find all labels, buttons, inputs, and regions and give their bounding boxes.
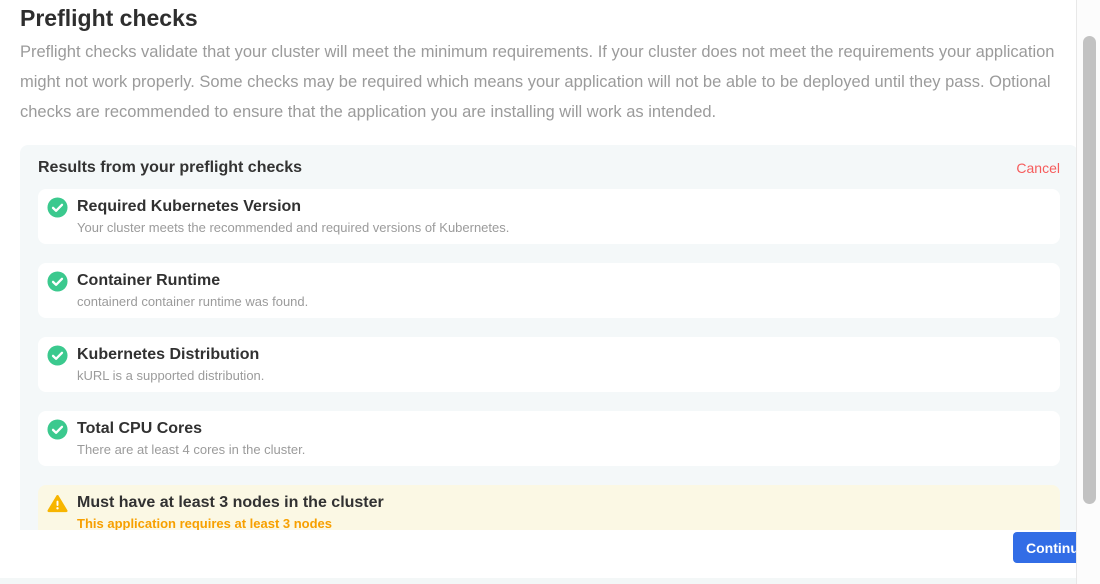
cancel-link[interactable]: Cancel <box>1016 160 1060 176</box>
check-row: Kubernetes Distribution kURL is a suppor… <box>38 337 1060 392</box>
check-circle-icon <box>47 197 68 218</box>
page-description: Preflight checks validate that your clus… <box>20 37 1060 127</box>
check-circle-icon <box>47 419 68 440</box>
check-title: Total CPU Cores <box>77 418 305 439</box>
warning-triangle-icon <box>47 493 68 514</box>
check-message: containerd container runtime was found. <box>77 294 308 310</box>
check-text: Kubernetes Distribution kURL is a suppor… <box>77 344 264 383</box>
check-row: Required Kubernetes Version Your cluster… <box>38 189 1060 244</box>
check-title: Required Kubernetes Version <box>77 196 509 217</box>
panel-title: Results from your preflight checks <box>38 159 302 177</box>
check-message: This application requires at least 3 nod… <box>77 516 384 530</box>
scrollbar-thumb[interactable] <box>1083 36 1096 504</box>
check-circle-icon <box>47 271 68 292</box>
check-row: Must have at least 3 nodes in the cluste… <box>38 485 1060 530</box>
check-title: Must have at least 3 nodes in the cluste… <box>77 492 384 513</box>
check-row: Total CPU Cores There are at least 4 cor… <box>38 411 1060 466</box>
next-section-edge <box>0 578 1076 584</box>
check-title: Container Runtime <box>77 270 308 291</box>
check-message: There are at least 4 cores in the cluste… <box>77 442 305 458</box>
preflight-results-panel: Results from your preflight checks Cance… <box>20 145 1078 530</box>
check-text: Container Runtime containerd container r… <box>77 270 308 309</box>
scrollbar-track[interactable] <box>1077 0 1100 584</box>
check-row: Container Runtime containerd container r… <box>38 263 1060 318</box>
check-message: kURL is a supported distribution. <box>77 368 264 384</box>
check-title: Kubernetes Distribution <box>77 344 264 365</box>
check-text: Required Kubernetes Version Your cluster… <box>77 196 509 235</box>
panel-header: Results from your preflight checks Cance… <box>20 145 1078 189</box>
check-text: Total CPU Cores There are at least 4 cor… <box>77 418 305 457</box>
check-list: Required Kubernetes Version Your cluster… <box>20 189 1078 530</box>
check-circle-icon <box>47 345 68 366</box>
check-message: Your cluster meets the recommended and r… <box>77 220 509 236</box>
page-title: Preflight checks <box>20 5 198 32</box>
check-text: Must have at least 3 nodes in the cluste… <box>77 492 384 530</box>
